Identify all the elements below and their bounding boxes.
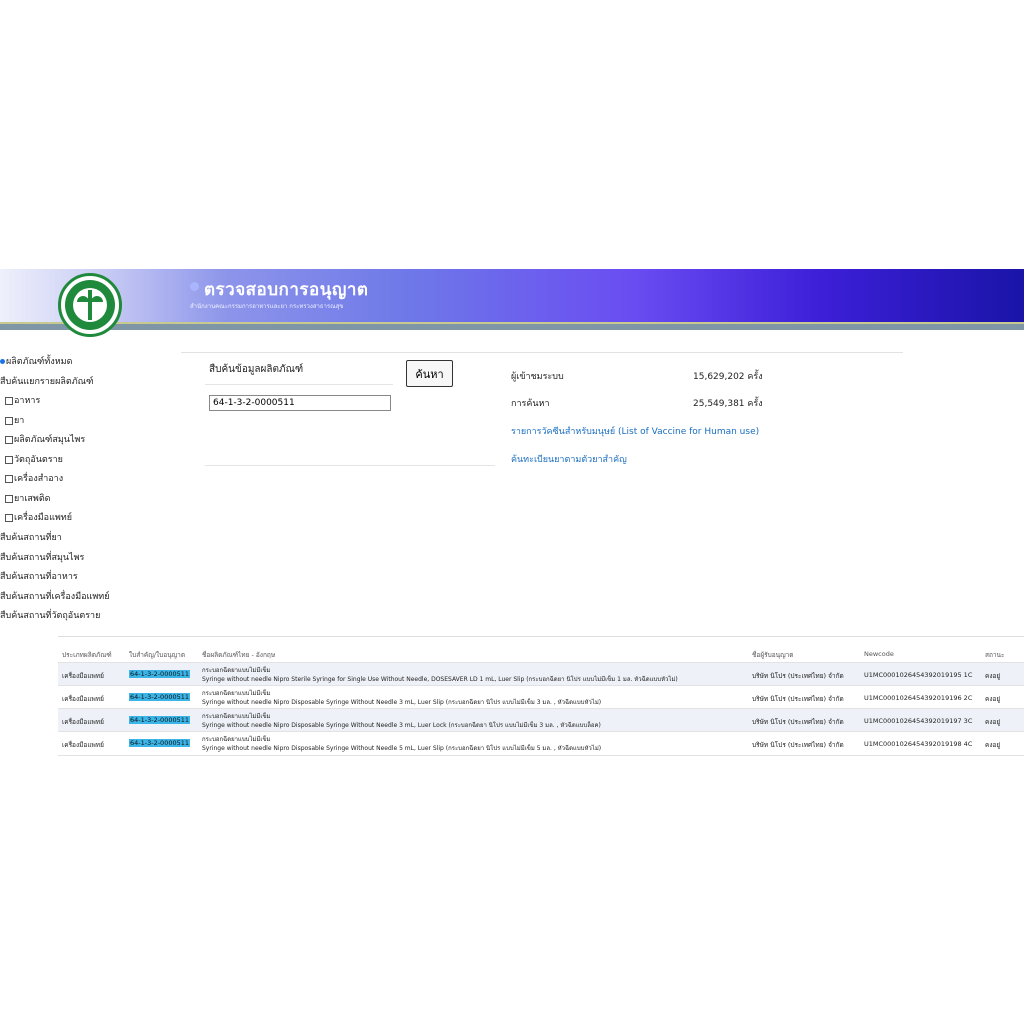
column-header-status: สถานะ [985, 651, 1005, 659]
header-divider [0, 322, 1024, 330]
page-subtitle: สำนักงานคณะกรรมการอาหารและยา กระทรวงสาธา… [190, 303, 344, 310]
sidebar-item-drug-place[interactable]: สืบค้นสถานที่ยา [0, 530, 62, 544]
column-header-newcode: Newcode [864, 650, 894, 658]
cell-licensee: บริษัท นิโปร (ประเทศไทย) จำกัด [752, 718, 844, 726]
radio-selected-icon[interactable] [0, 359, 5, 364]
column-header-license: ใบสำคัญ/ใบอนุญาต [129, 651, 186, 659]
checkbox-icon[interactable] [5, 435, 13, 444]
cell-type: เครื่องมือแพทย์ [62, 672, 104, 680]
cell-type: เครื่องมือแพทย์ [62, 695, 104, 703]
cell-license[interactable]: 64-1-3-2-0000511 [129, 693, 191, 701]
table-top-divider [58, 636, 1024, 637]
sidebar-item-label: สืบค้นสถานที่ยา [0, 533, 62, 543]
site-header [0, 269, 1024, 322]
sidebar-item-label: เครื่องมือแพทย์ [14, 513, 73, 523]
cell-newcode: U1MC0001026454392019197 3C [864, 717, 973, 725]
cell-licensee: บริษัท นิโปร (ประเทศไทย) จำกัด [752, 695, 844, 703]
sidebar-item-device-place[interactable]: สืบค้นสถานที่เครื่องมือแพทย์ [0, 589, 109, 603]
page-title: ตรวจสอบการอนุญาต [204, 280, 369, 300]
drug-registry-link[interactable]: ค้นทะเบียนยาตามตัวยาสำคัญ [511, 452, 627, 466]
sidebar-item-narcotics[interactable]: ยาเสพติด [5, 491, 51, 505]
cell-newcode: U1MC0001026454392019196 2C [864, 694, 973, 702]
checkbox-icon[interactable] [5, 513, 13, 522]
sidebar-item-label: ผลิตภัณฑ์สมุนไพร [14, 435, 86, 445]
checkbox-icon[interactable] [5, 474, 13, 483]
cell-status: คงอยู่ [985, 741, 1001, 749]
sidebar-item-herbal[interactable]: ผลิตภัณฑ์สมุนไพร [5, 432, 85, 446]
sidebar-item-label: ยา [14, 416, 25, 426]
content-top-divider [181, 352, 903, 353]
checkbox-icon[interactable] [5, 396, 13, 405]
cell-license[interactable]: 64-1-3-2-0000511 [129, 670, 191, 678]
sidebar-item-label: สืบค้นสถานที่อาหาร [0, 572, 78, 582]
cell-type: เครื่องมือแพทย์ [62, 741, 104, 749]
sidebar-item-food-place[interactable]: สืบค้นสถานที่อาหาร [0, 569, 78, 583]
cell-status: คงอยู่ [985, 672, 1001, 680]
sidebar-item-drug[interactable]: ยา [5, 413, 24, 427]
cell-newcode: U1MC0001026454392019195 1C [864, 671, 973, 679]
cell-status: คงอยู่ [985, 718, 1001, 726]
cell-license[interactable]: 64-1-3-2-0000511 [129, 716, 191, 724]
cell-name-en: Syringe without needle Nipro Disposable … [202, 699, 602, 706]
vaccine-list-link[interactable]: รายการวัคซีนสำหรับมนุษย์ (List of Vaccin… [511, 424, 759, 438]
sidebar-item-medical-device[interactable]: เครื่องมือแพทย์ [5, 510, 72, 524]
sidebar-item-label: เครื่องสำอาง [14, 474, 64, 484]
search-label-divider [205, 384, 393, 385]
checkbox-icon[interactable] [5, 494, 13, 503]
caduceus-icon [88, 290, 92, 320]
sidebar-item-label: วัตถุอันตราย [14, 455, 63, 465]
table-row[interactable]: เครื่องมือแพทย์ 64-1-3-2-0000511 กระบอกฉ… [58, 662, 1024, 686]
sidebar-item-label: สืบค้นสถานที่สมุนไพร [0, 553, 85, 563]
sidebar-item-food[interactable]: อาหาร [5, 393, 40, 407]
sidebar-item-label: อาหาร [14, 396, 41, 406]
sidebar-item-label: สืบค้นแยกรายผลิตภัณฑ์ [0, 377, 94, 387]
column-header-type: ประเภทผลิตภัณฑ์ [62, 651, 112, 659]
search-label: สืบค้นข้อมูลผลิตภัณฑ์ [209, 364, 304, 375]
table-row[interactable]: เครื่องมือแพทย์ 64-1-3-2-0000511 กระบอกฉ… [58, 708, 1024, 732]
ministry-logo[interactable] [58, 273, 122, 337]
column-header-licensee: ชื่อผู้รับอนุญาต [752, 651, 794, 659]
logo-wing-left [77, 296, 89, 302]
sidebar-item-label: สืบค้นสถานที่เครื่องมือแพทย์ [0, 592, 110, 602]
sidebar-item-all-products[interactable]: ผลิตภัณฑ์ทั้งหมด [0, 354, 72, 368]
sidebar-item-cosmetics[interactable]: เครื่องสำอาง [5, 471, 63, 485]
searches-value: 25,549,381 ครั้ง [693, 399, 763, 409]
cell-name-en: Syringe without needle Nipro Disposable … [202, 722, 601, 729]
table-row[interactable]: เครื่องมือแพทย์ 64-1-3-2-0000511 กระบอกฉ… [58, 731, 1024, 756]
sidebar-item-hazardous-place[interactable]: สืบค้นสถานที่วัตถุอันตราย [0, 608, 100, 622]
sidebar-item-search-by-product[interactable]: สืบค้นแยกรายผลิตภัณฑ์ [0, 374, 93, 388]
column-header-product-name: ชื่อผลิตภัณฑ์ไทย - อังกฤษ [202, 651, 276, 659]
cell-type: เครื่องมือแพทย์ [62, 718, 104, 726]
checkbox-icon[interactable] [5, 455, 13, 464]
table-row[interactable]: เครื่องมือแพทย์ 64-1-3-2-0000511 กระบอกฉ… [58, 685, 1024, 709]
cell-licensee: บริษัท นิโปร (ประเทศไทย) จำกัด [752, 672, 844, 680]
sidebar-item-label: สืบค้นสถานที่วัตถุอันตราย [0, 611, 101, 621]
cell-name-en: Syringe without needle Nipro Disposable … [202, 745, 602, 752]
sidebar-item-herbal-place[interactable]: สืบค้นสถานที่สมุนไพร [0, 550, 84, 564]
logo-wing-right [91, 296, 103, 302]
visitors-label: ผู้เข้าชมระบบ [511, 372, 564, 382]
search-panel-divider [205, 465, 495, 466]
cell-status: คงอยู่ [985, 695, 1001, 703]
sidebar-item-hazardous[interactable]: วัตถุอันตราย [5, 452, 63, 466]
cell-license[interactable]: 64-1-3-2-0000511 [129, 739, 191, 747]
search-button[interactable]: ค้นหา [406, 360, 453, 387]
search-input[interactable] [209, 395, 391, 411]
sidebar-item-label: ยาเสพติด [14, 494, 51, 504]
cell-licensee: บริษัท นิโปร (ประเทศไทย) จำกัด [752, 741, 844, 749]
title-bullet-icon [190, 282, 199, 291]
searches-label: การค้นหา [511, 399, 550, 409]
cell-newcode: U1MC0001026454392019198 4C [864, 740, 973, 748]
visitors-value: 15,629,202 ครั้ง [693, 372, 763, 382]
cell-name-en: Syringe without needle Nipro Sterile Syr… [202, 676, 678, 683]
sidebar-item-label: ผลิตภัณฑ์ทั้งหมด [6, 357, 73, 367]
checkbox-icon[interactable] [5, 416, 13, 425]
